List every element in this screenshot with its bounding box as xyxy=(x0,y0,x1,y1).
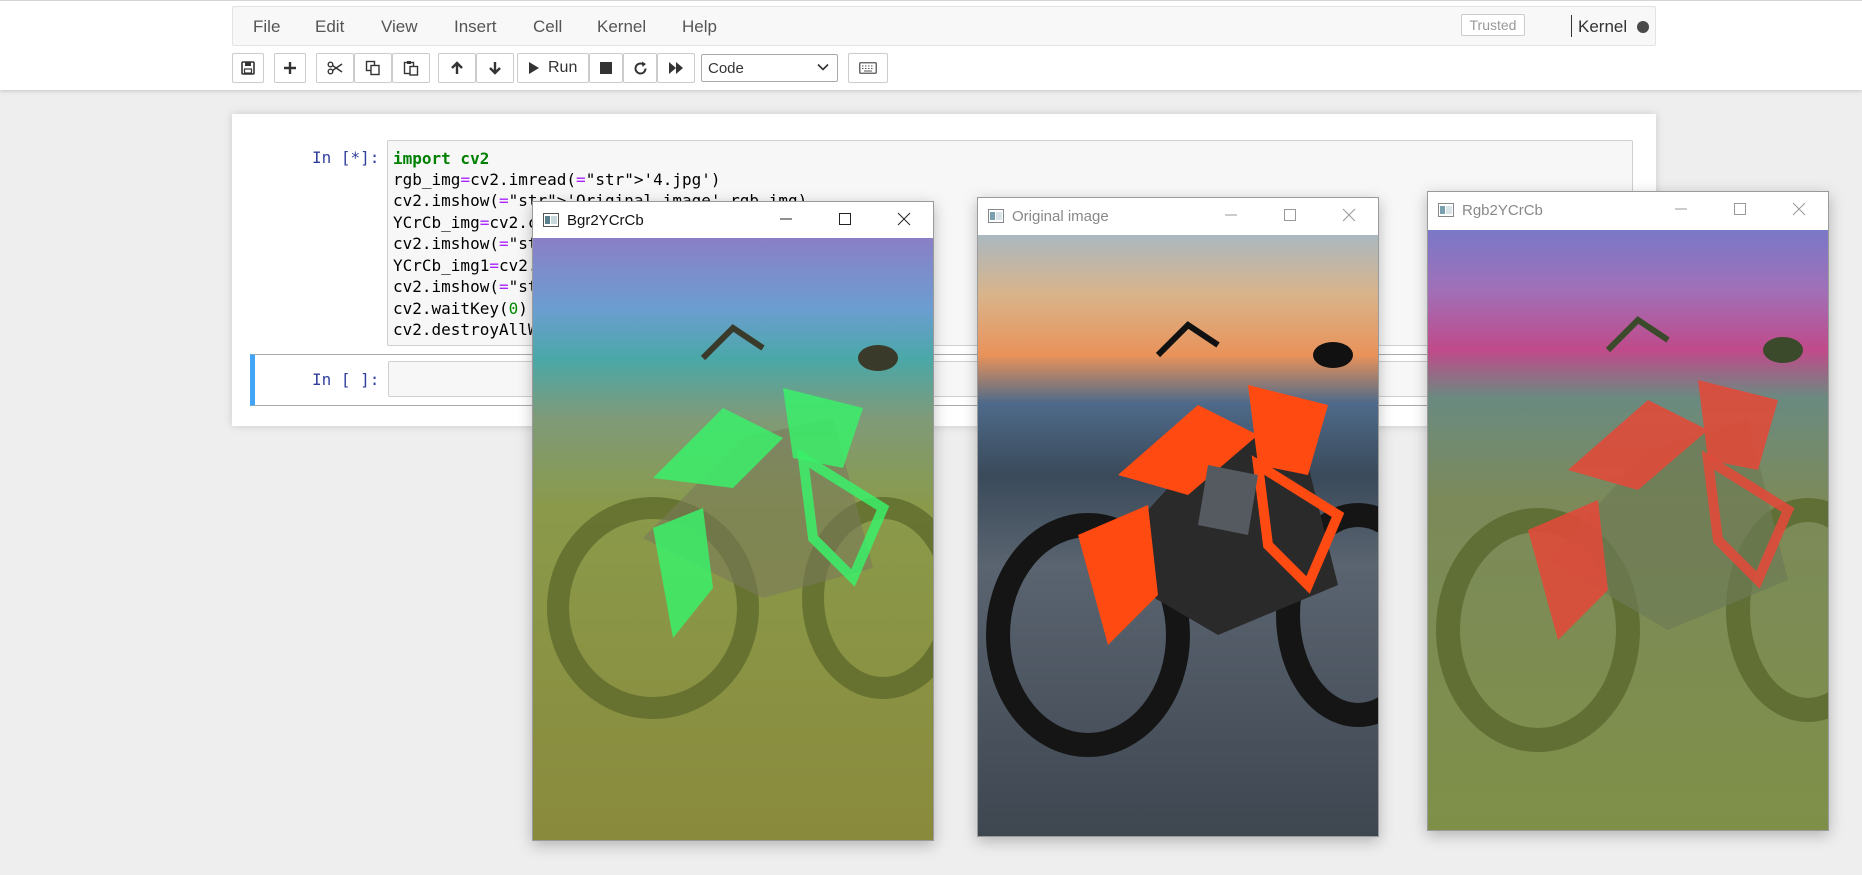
notebook-header: File Edit View Insert Cell Kernel Help T… xyxy=(0,0,1862,90)
close-icon[interactable] xyxy=(1342,208,1356,222)
code-line-9: cv2.destroyAllW xyxy=(393,320,538,339)
window-app-icon xyxy=(1438,203,1454,217)
plus-icon xyxy=(284,62,296,74)
close-icon[interactable] xyxy=(897,212,911,226)
window-app-icon xyxy=(543,213,559,227)
close-icon[interactable] xyxy=(1792,202,1806,216)
cell2-prompt: In [ ]: xyxy=(312,370,380,389)
save-icon xyxy=(241,61,255,75)
original-image xyxy=(978,235,1378,836)
move-down-button[interactable] xyxy=(476,53,514,83)
stop-icon xyxy=(600,62,612,74)
code-line-8: cv2.waitKey(0) xyxy=(393,299,528,318)
window-title: Original image xyxy=(1012,208,1109,225)
arrow-up-icon xyxy=(451,61,463,74)
code-keyword: import cv2 xyxy=(393,149,490,168)
menu-bar: File Edit View Insert Cell Kernel Help T… xyxy=(232,6,1656,46)
restart-run-all-button[interactable] xyxy=(657,53,695,83)
move-up-button[interactable] xyxy=(438,53,476,83)
cell-type-select[interactable]: Code xyxy=(701,54,838,82)
minimize-icon[interactable] xyxy=(1224,208,1238,222)
maximize-icon[interactable] xyxy=(1733,202,1747,216)
minimize-icon[interactable] xyxy=(779,212,793,226)
kernel-status-icon xyxy=(1637,21,1649,33)
rgb2ycrcb-image xyxy=(1428,230,1828,830)
menu-insert[interactable]: Insert xyxy=(454,17,497,37)
paste-button[interactable] xyxy=(392,53,430,83)
cut-icon xyxy=(327,61,343,75)
restart-icon xyxy=(634,61,647,74)
run-icon xyxy=(529,62,539,74)
code-line-6: YCrCb_img1=cv2. xyxy=(393,256,538,275)
run-button[interactable]: Run xyxy=(517,53,589,83)
maximize-icon[interactable] xyxy=(1283,208,1297,222)
menu-edit[interactable]: Edit xyxy=(315,17,344,37)
window-title: Rgb2YCrCb xyxy=(1462,202,1543,219)
bgr2ycrcb-titlebar[interactable]: Bgr2YCrCb xyxy=(533,202,933,238)
window-title: Bgr2YCrCb xyxy=(567,212,644,229)
fast-forward-icon xyxy=(669,62,683,74)
window-app-icon xyxy=(988,209,1004,223)
interrupt-button[interactable] xyxy=(589,53,623,83)
menu-kernel[interactable]: Kernel xyxy=(597,17,646,37)
kernel-separator xyxy=(1571,15,1572,37)
trusted-badge[interactable]: Trusted xyxy=(1461,14,1525,36)
chevron-down-icon xyxy=(817,63,829,71)
code-line-2: rgb_img=cv2.imread(="str">'4.jpg') xyxy=(393,170,721,189)
cell-type-value: Code xyxy=(708,60,744,77)
original-image-window[interactable]: Original image xyxy=(977,197,1379,837)
run-label: Run xyxy=(548,59,578,76)
restart-button[interactable] xyxy=(623,53,657,83)
menu-help[interactable]: Help xyxy=(682,17,717,37)
keyboard-icon xyxy=(859,62,877,74)
minimize-icon[interactable] xyxy=(1674,202,1688,216)
kernel-name-label[interactable]: Kernel xyxy=(1578,17,1627,37)
menu-cell[interactable]: Cell xyxy=(533,17,562,37)
bgr2ycrcb-window[interactable]: Bgr2YCrCb xyxy=(532,201,934,841)
code-line-4: YCrCb_img=cv2.c xyxy=(393,213,538,232)
copy-icon xyxy=(365,60,380,76)
insert-cell-button[interactable] xyxy=(274,53,306,83)
rgb2ycrcb-titlebar[interactable]: Rgb2YCrCb xyxy=(1428,192,1828,228)
arrow-down-icon xyxy=(489,62,501,75)
menu-file[interactable]: File xyxy=(253,17,280,37)
bgr2ycrcb-image xyxy=(533,238,933,840)
menu-view[interactable]: View xyxy=(381,17,418,37)
cut-button[interactable] xyxy=(316,53,354,83)
cell1-prompt: In [*]: xyxy=(312,148,380,167)
maximize-icon[interactable] xyxy=(838,212,852,226)
save-button[interactable] xyxy=(232,53,264,83)
copy-button[interactable] xyxy=(354,53,392,83)
rgb2ycrcb-window[interactable]: Rgb2YCrCb xyxy=(1427,191,1829,831)
command-palette-button[interactable] xyxy=(848,53,888,83)
code-line-1: import cv2 xyxy=(393,149,489,168)
original-titlebar[interactable]: Original image xyxy=(978,198,1378,234)
paste-icon xyxy=(403,61,419,76)
